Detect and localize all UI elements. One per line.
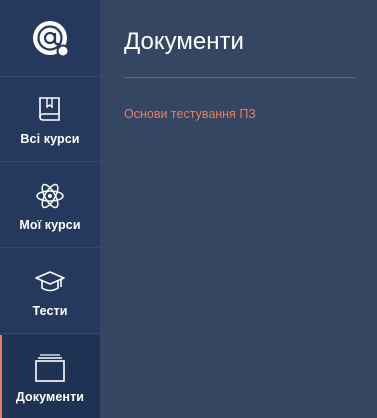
sidebar-item-label: Всі курси [20,132,80,146]
app: Всі курси Мої курси Тести Документи Доку… [0,0,377,418]
sidebar-item-tests[interactable]: Тести [0,249,100,334]
title-divider [124,77,355,78]
logo-area[interactable] [0,0,100,77]
page-title: Документи [124,28,244,55]
sidebar-item-label: Мої курси [19,218,81,232]
atom-icon [36,183,64,209]
sidebar-item-all-courses[interactable]: Всі курси [0,77,100,162]
at-sign-logo-icon[interactable] [31,19,71,59]
sidebar: Всі курси Мої курси Тести Документи [0,0,100,418]
graduation-cap-icon [35,271,65,292]
document-link[interactable]: Основи тестування ПЗ [124,107,256,121]
sidebar-item-label: Тести [32,304,68,318]
main-content: Документи Основи тестування ПЗ [100,0,377,418]
sidebar-item-documents[interactable]: Документи [0,335,100,418]
sidebar-item-my-courses[interactable]: Мої курси [0,163,100,248]
book-icon [39,97,60,121]
documents-stack-icon [35,354,65,382]
sidebar-item-label: Документи [15,390,85,404]
